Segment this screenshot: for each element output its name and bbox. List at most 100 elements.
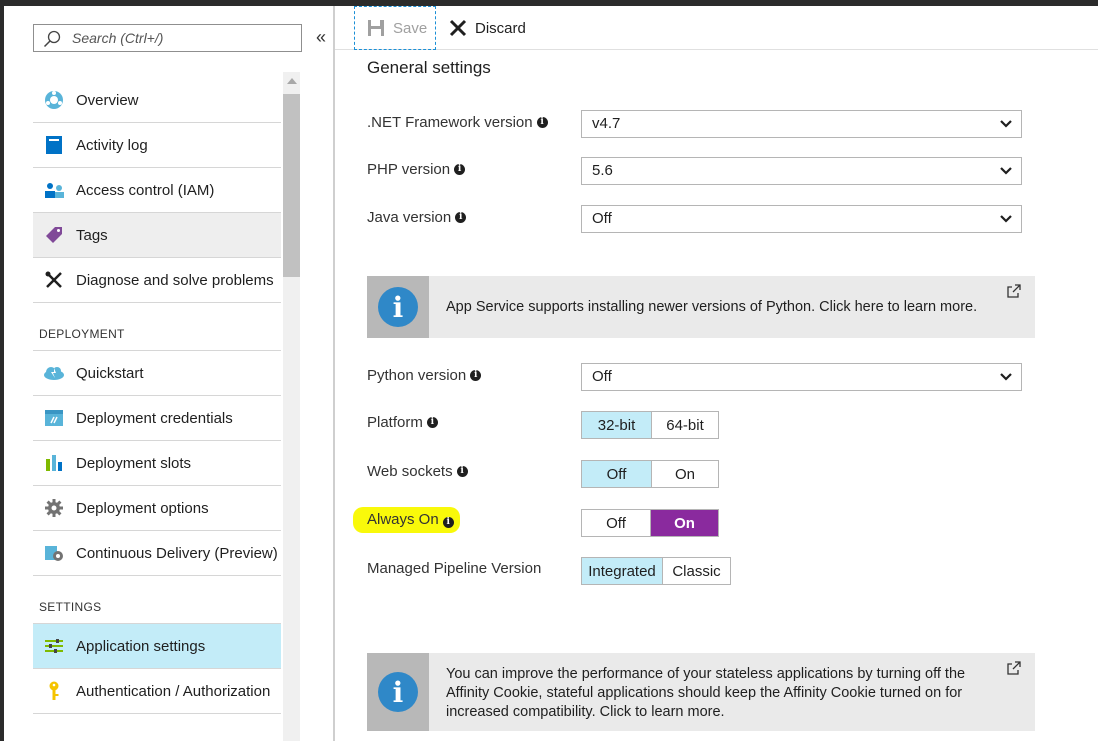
external-link-icon[interactable]	[1007, 284, 1021, 298]
alwayson-highlight: Always On i	[353, 507, 460, 533]
platform-toggle: 32-bit 64-bit	[581, 411, 719, 439]
python-version-select[interactable]: Off	[581, 363, 1022, 391]
sidebar-item-label: Deployment options	[76, 499, 209, 517]
discard-button[interactable]: Discard	[447, 6, 526, 50]
sidebar-item-label: Overview	[76, 91, 139, 109]
sidebar-item-overview[interactable]: Overview	[33, 78, 281, 123]
pipeline-label-text: Managed Pipeline Version	[367, 560, 542, 577]
sidebar-item-tags[interactable]: Tags	[33, 213, 281, 258]
php-version-label-text: PHP version	[367, 161, 451, 178]
python-version-label-text: Python version	[367, 367, 467, 384]
main-content: General settings .NET Framework version i…	[335, 50, 1098, 741]
php-version-label: PHP version i	[367, 161, 466, 178]
sidebar-item-continuous-delivery[interactable]: Continuous Delivery (Preview)	[33, 531, 281, 576]
info-icon[interactable]: i	[455, 212, 467, 223]
info-badge: i	[367, 276, 429, 338]
sidebar-scrollbar[interactable]	[283, 72, 300, 741]
php-version-select[interactable]: 5.6	[581, 157, 1022, 185]
scroll-up-icon[interactable]	[287, 78, 297, 84]
sidebar-item-diagnose[interactable]: Diagnose and solve problems	[33, 258, 281, 303]
websockets-label-text: Web sockets	[367, 463, 453, 480]
sidebar-item-iam[interactable]: Access control (IAM)	[33, 168, 281, 213]
sidebar-item-label: Deployment credentials	[76, 409, 233, 427]
toolbar: Save Discard	[335, 6, 1098, 50]
websockets-option-off[interactable]: Off	[582, 461, 651, 487]
external-link-icon[interactable]	[1007, 661, 1021, 675]
php-version-value: 5.6	[592, 162, 613, 179]
info-icon[interactable]: i	[454, 164, 466, 175]
platform-label-text: Platform	[367, 414, 423, 431]
quickstart-icon	[43, 362, 65, 384]
pipeline-option-classic[interactable]: Classic	[662, 558, 730, 584]
pipeline-option-integrated[interactable]: Integrated	[582, 558, 662, 584]
slots-icon	[43, 452, 65, 474]
sidebar-item-label: Access control (IAM)	[76, 181, 215, 199]
page-title: General settings	[367, 58, 491, 77]
sidebar-item-label: Diagnose and solve problems	[76, 271, 274, 289]
search-input[interactable]	[72, 28, 292, 48]
info-icon[interactable]: i	[426, 417, 438, 428]
activity-log-icon	[43, 134, 65, 156]
alwayson-label-text: Always On	[367, 511, 439, 528]
collapse-sidebar-button[interactable]: «	[312, 26, 330, 50]
continuous-delivery-icon	[43, 542, 65, 564]
sidebar-item-label: Quickstart	[76, 364, 144, 382]
search-box[interactable]	[33, 24, 302, 52]
chevron-down-icon	[1000, 215, 1012, 223]
java-version-select[interactable]: Off	[581, 205, 1022, 233]
net-version-label: .NET Framework version i	[367, 114, 548, 131]
websockets-toggle: Off On	[581, 460, 719, 488]
info-circle-icon: i	[378, 287, 418, 327]
sidebar-item-label: Application settings	[76, 637, 206, 655]
java-version-label: Java version i	[367, 209, 467, 226]
java-version-label-text: Java version	[367, 209, 452, 226]
alwayson-option-on[interactable]: On	[650, 510, 718, 536]
app-settings-icon	[43, 635, 65, 657]
sidebar-item-quickstart[interactable]: Quickstart	[33, 351, 281, 396]
sidebar-item-label: Continuous Delivery (Preview)	[76, 544, 278, 562]
section-header-settings: SETTINGS	[33, 576, 281, 624]
sidebar-menu: Overview Activity log Access control (IA…	[33, 78, 281, 714]
python-version-value: Off	[592, 368, 612, 385]
discard-label: Discard	[475, 19, 526, 37]
platform-option-64bit[interactable]: 64-bit	[651, 412, 718, 438]
credentials-icon	[43, 407, 65, 429]
alwayson-toggle: Off On	[581, 509, 719, 537]
sidebar-item-authentication[interactable]: Authentication / Authorization	[33, 669, 281, 714]
net-version-value: v4.7	[592, 115, 621, 132]
search-icon	[43, 30, 61, 48]
info-icon[interactable]: i	[470, 370, 482, 381]
sidebar-item-label: Authentication / Authorization	[76, 682, 271, 700]
websockets-option-on[interactable]: On	[651, 461, 718, 487]
chevron-down-icon	[1000, 120, 1012, 128]
info-circle-icon: i	[378, 672, 418, 712]
python-notice-text: App Service supports installing newer ve…	[446, 299, 978, 315]
save-button[interactable]: Save	[354, 6, 436, 50]
sidebar-item-deployment-credentials[interactable]: Deployment credentials	[33, 396, 281, 441]
affinity-notice[interactable]: i You can improve the performance of you…	[367, 653, 1035, 731]
sidebar-item-deployment-slots[interactable]: Deployment slots	[33, 441, 281, 486]
sidebar-item-label: Activity log	[76, 136, 148, 154]
alwayson-option-off[interactable]: Off	[582, 510, 650, 536]
diagnose-icon	[43, 269, 65, 291]
info-icon[interactable]: i	[536, 117, 548, 128]
net-version-select[interactable]: v4.7	[581, 110, 1022, 138]
info-icon[interactable]: i	[442, 517, 454, 528]
platform-option-32bit[interactable]: 32-bit	[582, 412, 651, 438]
sidebar-item-label: Deployment slots	[76, 454, 192, 472]
window-edge	[0, 6, 4, 741]
sidebar-item-application-settings[interactable]: Application settings	[33, 624, 281, 669]
websockets-label: Web sockets i	[367, 463, 468, 480]
tag-icon	[43, 224, 65, 246]
python-notice[interactable]: i App Service supports installing newer …	[367, 276, 1035, 338]
net-version-label-text: .NET Framework version	[367, 114, 533, 131]
save-label: Save	[393, 19, 428, 37]
overview-icon	[43, 89, 65, 111]
alwayson-label: Always On i	[353, 507, 460, 533]
sidebar-item-activity-log[interactable]: Activity log	[33, 123, 281, 168]
pipeline-label: Managed Pipeline Version	[367, 560, 541, 577]
sidebar-item-label: Tags	[76, 226, 108, 244]
sidebar-item-deployment-options[interactable]: Deployment options	[33, 486, 281, 531]
scrollbar-thumb[interactable]	[283, 94, 300, 277]
info-icon[interactable]: i	[456, 466, 468, 477]
